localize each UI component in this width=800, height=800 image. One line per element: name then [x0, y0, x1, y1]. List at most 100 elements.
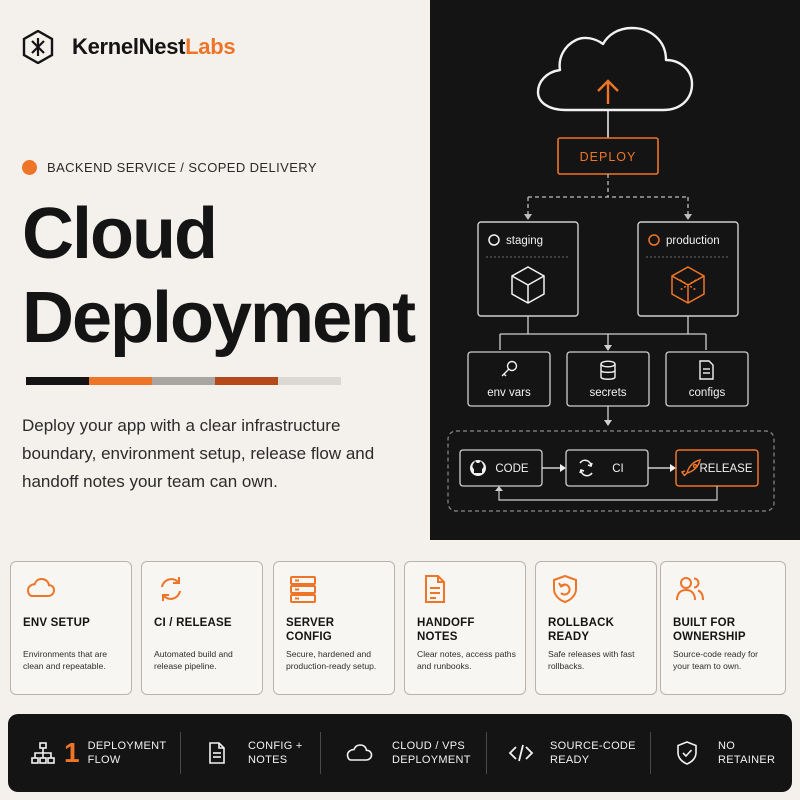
feature-card-handoff-notes[interactable]: HANDOFF NOTES Clear notes, access paths a…	[404, 561, 526, 695]
configs-label: configs	[689, 387, 726, 399]
summary-line1: SOURCE-CODE	[550, 740, 636, 752]
feature-card-server-config[interactable]: SERVER CONFIG Secure, hardened and produc…	[273, 561, 395, 695]
brand-logo[interactable]: KernelNestLabs	[22, 30, 236, 64]
page-title: Cloud Deployment	[22, 192, 416, 360]
feature-card-rollback-ready[interactable]: ROLLBACK READY Safe releases with fast ro…	[535, 561, 657, 695]
feature-title-line1: HANDOFF	[417, 617, 475, 629]
deploy-node[interactable]: DEPLOY	[557, 137, 659, 175]
upload-arrow-icon	[597, 79, 619, 104]
feature-description: Environments that are clean and repeatab…	[23, 649, 108, 671]
deployment-diagram: DEPLOY staging production env vars secre…	[447, 26, 775, 512]
arrow-head-production	[684, 214, 692, 220]
deploy-label: DEPLOY	[580, 150, 637, 164]
document-icon	[425, 575, 445, 603]
summary-item-no-retainer: NO RETAINER	[674, 714, 775, 792]
kicker-dot	[22, 160, 37, 175]
refresh-icon	[161, 577, 181, 601]
summary-item-cloud-vps: CLOUD / VPS DEPLOYMENT	[344, 714, 471, 792]
env-to-config-connector	[499, 316, 707, 350]
logo-hexagon-icon	[22, 30, 54, 64]
color-swatches	[26, 377, 341, 385]
title-line1: Cloud	[22, 194, 218, 274]
swatch-black	[26, 377, 89, 385]
feature-title-line2: NOTES	[417, 631, 458, 643]
feature-card-env-setup[interactable]: ENV SETUP Environments that are clean an…	[10, 561, 132, 695]
feature-description: Source-code ready for your team to own.	[673, 649, 759, 671]
shield-undo-icon	[553, 574, 577, 604]
swatch-light	[278, 377, 341, 385]
swatch-orange	[89, 377, 152, 385]
feature-title-line2: READY	[548, 631, 590, 643]
feature-title: BUILT FOR OWNERSHIP	[673, 616, 746, 644]
summary-line1: NO	[718, 740, 736, 752]
sitemap-icon	[31, 742, 55, 764]
feature-card-ci-release[interactable]: CI / RELEASE Automated build and release…	[141, 561, 263, 695]
production-label: production	[666, 235, 720, 247]
env-vars-node[interactable]: env vars	[467, 351, 551, 407]
summary-line2: DEPLOYMENT	[392, 754, 471, 766]
code-icon	[508, 744, 534, 762]
feature-description: Secure, hardened and production-ready se…	[286, 649, 377, 671]
feature-title-line2: OWNERSHIP	[673, 631, 746, 643]
arrow-head-secrets	[604, 345, 612, 351]
users-icon	[676, 577, 704, 601]
feature-description: Automated build and release pipeline.	[154, 649, 233, 671]
staging-environment-node[interactable]: staging	[477, 221, 579, 317]
summary-line2: RETAINER	[718, 754, 776, 766]
hero-section: KernelNestLabs BACKEND SERVICE / SCOPED …	[0, 0, 800, 540]
deployment-flow-count: 1	[64, 737, 80, 768]
github-icon	[470, 460, 486, 476]
summary-divider	[320, 732, 321, 774]
document-icon	[209, 742, 225, 764]
summary-line1: DEPLOYMENT	[87, 740, 167, 752]
arrow-head-pipeline	[604, 420, 612, 426]
feature-title: SERVER CONFIG	[286, 616, 334, 644]
feedback-loop	[498, 486, 718, 501]
ci-node[interactable]: CI	[565, 449, 649, 487]
summary-text: NO RETAINER	[718, 739, 775, 767]
production-environment-node[interactable]: production	[637, 221, 739, 317]
configs-node[interactable]: configs	[665, 351, 749, 407]
code-node[interactable]: CODE	[459, 449, 543, 487]
cloud-icon	[346, 744, 373, 761]
summary-line2: NOTES	[248, 754, 288, 766]
feature-description: Safe releases with fast rollbacks.	[548, 649, 635, 671]
summary-bar: 1 DEPLOYMENT FLOW CONFIG + NOTES CLOUD / V…	[8, 714, 792, 792]
features-section: ENV SETUP Environments that are clean an…	[0, 545, 800, 710]
summary-text: CONFIG + NOTES	[248, 739, 303, 767]
summary-divider	[180, 732, 181, 774]
staging-label: staging	[506, 235, 543, 247]
feature-description: Clear notes, access paths and runbooks.	[417, 649, 516, 671]
summary-item-config-notes: CONFIG + NOTES	[204, 714, 303, 792]
feature-title: HANDOFF NOTES	[417, 616, 475, 644]
kicker-text: BACKEND SERVICE / SCOPED DELIVERY	[47, 160, 317, 175]
brand-name-part2: Labs	[185, 34, 236, 59]
feature-title-line1: ROLLBACK	[548, 617, 615, 629]
release-node[interactable]: RELEASE	[675, 449, 759, 487]
feature-card-built-for-ownership[interactable]: BUILT FOR OWNERSHIP Source-code ready for…	[660, 561, 786, 695]
cloud-icon	[536, 26, 694, 112]
summary-divider	[486, 732, 487, 774]
feature-title: ROLLBACK READY	[548, 616, 614, 644]
summary-text: DEPLOYMENT FLOW	[88, 739, 167, 767]
summary-item-source-code: SOURCE-CODE READY	[508, 714, 636, 792]
swatch-rust	[215, 377, 278, 385]
summary-text: CLOUD / VPS DEPLOYMENT	[392, 739, 471, 767]
summary-line1: CONFIG +	[248, 740, 303, 752]
arrow-head-feedback	[495, 486, 503, 491]
summary-line1: CLOUD / VPS	[392, 740, 465, 752]
feature-title-line2: CONFIG	[286, 631, 332, 643]
brand-name-part1: KernelNest	[72, 34, 186, 59]
feature-title: ENV SETUP	[23, 616, 90, 630]
code-label: CODE	[495, 463, 529, 475]
server-icon	[290, 576, 316, 603]
secrets-node[interactable]: secrets	[566, 351, 650, 407]
title-line2: Deployment	[22, 278, 416, 358]
hero-left-panel: KernelNestLabs BACKEND SERVICE / SCOPED …	[0, 0, 430, 540]
feature-title-line1: CI / RELEASE	[154, 617, 232, 629]
secrets-label: secrets	[589, 387, 626, 399]
swatch-gray	[152, 377, 215, 385]
hero-description: Deploy your app with a clear infrastruct…	[22, 416, 375, 491]
feature-title-line1: BUILT FOR	[673, 617, 736, 629]
feature-title-line1: SERVER	[286, 617, 335, 629]
